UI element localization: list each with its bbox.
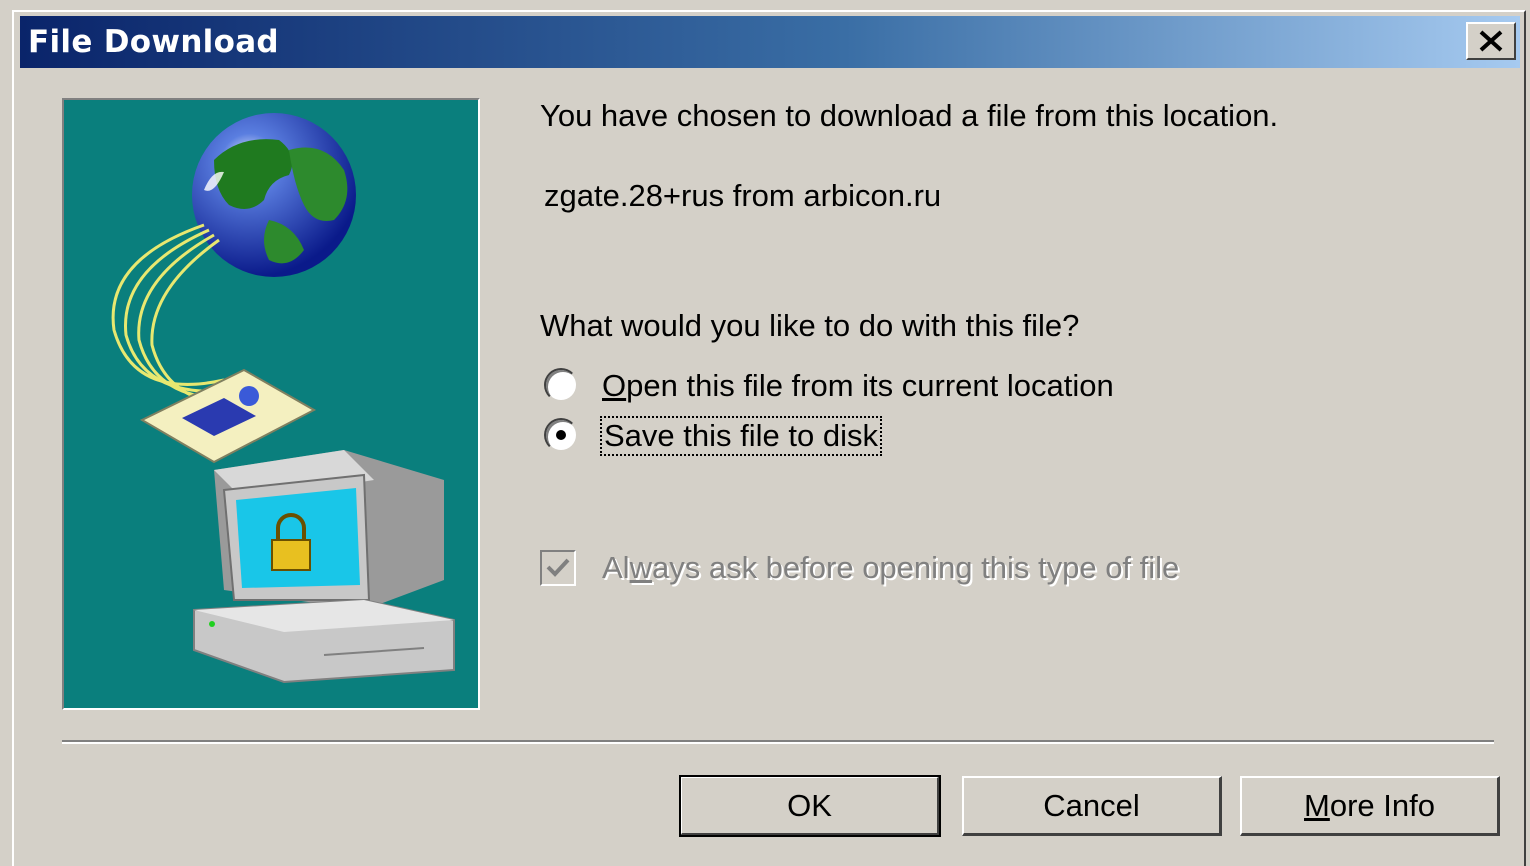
- file-source-text: zgate.28+rus from arbicon.ru: [544, 178, 942, 213]
- more-info-button[interactable]: More Info: [1240, 776, 1500, 836]
- intro-text: You have chosen to download a file from …: [540, 98, 1279, 133]
- cancel-button[interactable]: Cancel: [962, 776, 1222, 836]
- question-text: What would you like to do with this file…: [540, 308, 1080, 343]
- globe-icon: [192, 113, 356, 277]
- close-icon: [1479, 30, 1503, 52]
- file-download-dialog: File Download You have chosen to downloa…: [12, 10, 1526, 866]
- radio-open-file[interactable]: [544, 368, 578, 402]
- window-title: File Download: [28, 24, 279, 60]
- always-ask-label: Always ask before opening this type of f…: [602, 550, 1180, 585]
- radio-selected-dot: [556, 430, 566, 440]
- globe-download-computer-illustration: [62, 98, 480, 710]
- radio-save-label[interactable]: Save this file to disk: [600, 416, 882, 456]
- radio-open-label[interactable]: Open this file from its current location: [602, 368, 1114, 404]
- ok-button[interactable]: OK: [679, 775, 941, 837]
- always-ask-checkbox[interactable]: [540, 550, 576, 586]
- computer-icon: [193, 450, 455, 684]
- separator: [62, 740, 1494, 744]
- checkmark-icon: [546, 558, 570, 577]
- title-bar[interactable]: File Download: [20, 16, 1520, 68]
- radio-save-file[interactable]: [544, 418, 578, 452]
- close-button[interactable]: [1466, 22, 1516, 60]
